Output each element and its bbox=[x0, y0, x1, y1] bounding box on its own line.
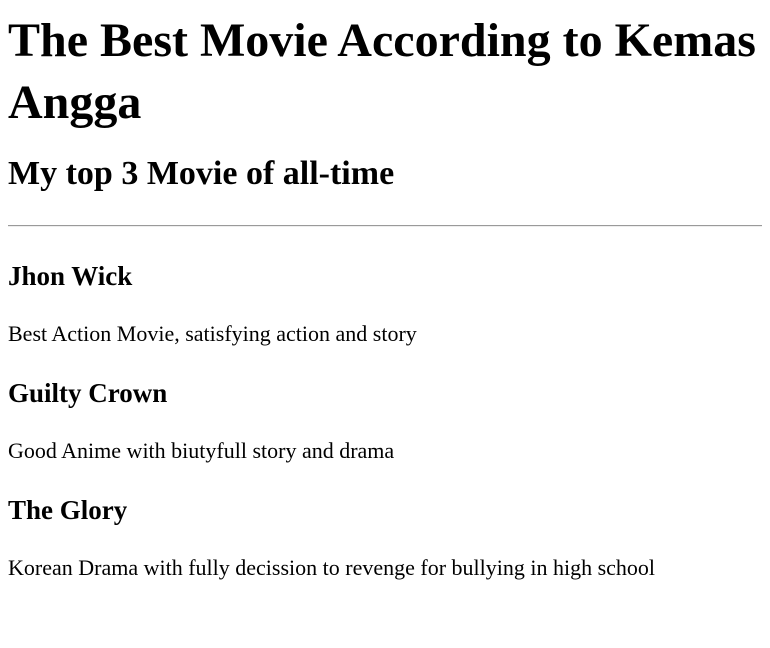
movie-description: Good Anime with biutyfull story and dram… bbox=[8, 438, 395, 463]
movie-description: Korean Drama with fully decission to rev… bbox=[8, 555, 656, 580]
movie-title: Guilty Crown bbox=[8, 378, 168, 408]
page-title: The Best Movie According to Kemas Angga bbox=[8, 14, 756, 129]
movie-item-the-glory: The Glory Korean Drama with fully deciss… bbox=[8, 493, 762, 582]
movie-title: Jhon Wick bbox=[8, 261, 133, 291]
movie-description: Best Action Movie, satisfying action and… bbox=[8, 321, 417, 346]
movie-title: The Glory bbox=[8, 495, 128, 525]
page-subtitle: My top 3 Movie of all-time bbox=[8, 155, 395, 192]
movie-item-guilty-crown: Guilty Crown Good Anime with biutyfull s… bbox=[8, 376, 762, 465]
movie-item-jhon-wick: Jhon Wick Best Action Movie, satisfying … bbox=[8, 259, 762, 348]
divider bbox=[8, 225, 762, 227]
movie-list: Jhon Wick Best Action Movie, satisfying … bbox=[8, 259, 762, 582]
page-content: The Best Movie According to Kemas Angga … bbox=[0, 0, 770, 648]
